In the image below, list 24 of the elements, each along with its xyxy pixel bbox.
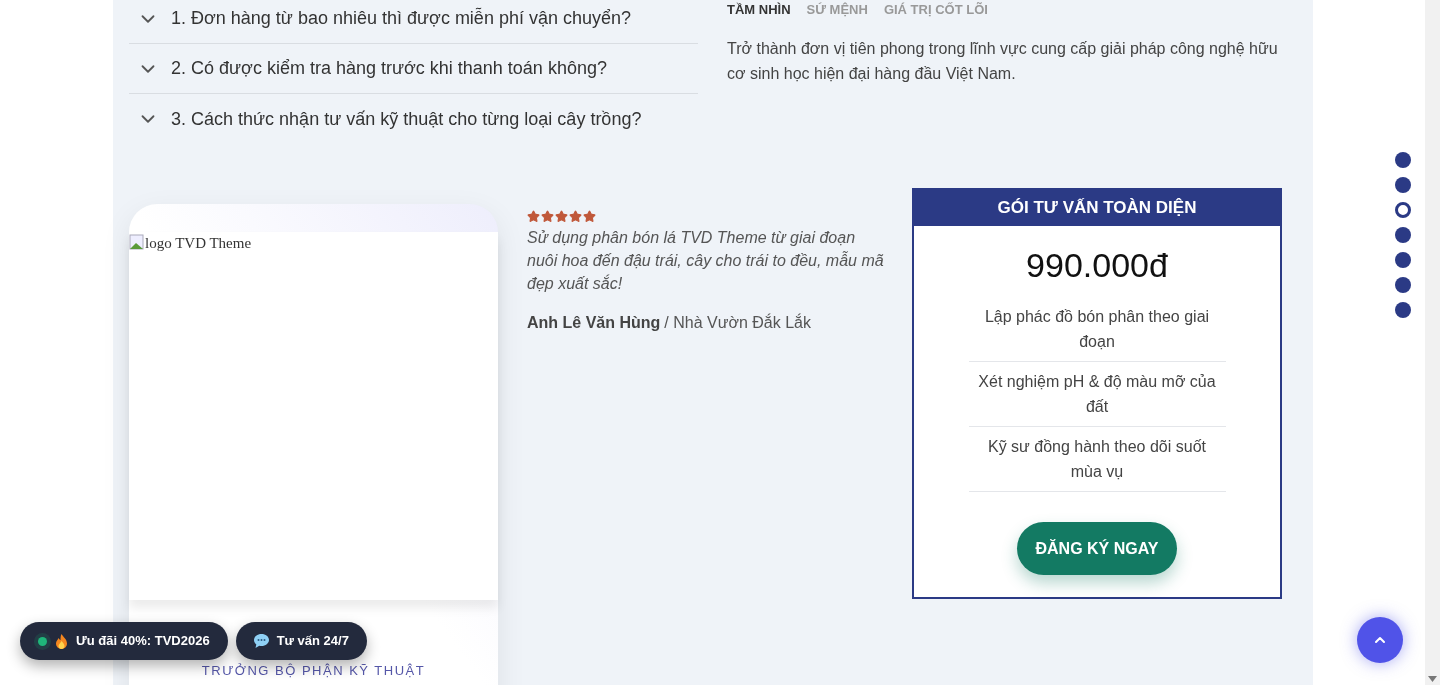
faq-item[interactable]: 1. Đơn hàng từ bao nhiêu thì được miễn phí vận chuyển? — [129, 0, 698, 44]
register-button[interactable]: ĐĂNG KÝ NGAY — [1016, 522, 1178, 575]
price: 990.000đ — [1026, 245, 1168, 286]
flame-icon — [55, 633, 68, 649]
feature-item: Xét nghiệm pH & độ màu mỡ của đất — [968, 362, 1226, 427]
feature-item: Kỹ sư đồng hành theo dõi suốt mùa vụ — [968, 427, 1226, 492]
pricing-title: GÓI TƯ VẤN TOÀN DIỆN — [914, 190, 1280, 226]
scrollbar[interactable] — [1425, 0, 1440, 685]
feature-item: Lập phác đồ bón phân theo giai đoạn — [968, 297, 1226, 362]
testimonial-quote: Sử dụng phân bón lá TVD Theme từ giai đoạn nuôi hoa đến đậu trái, cây cho trái to đều, mẫu mã đẹp xuất sắc! — [527, 228, 885, 294]
promo-pill[interactable]: Ưu đãi 40%: TVD2026 — [20, 622, 228, 660]
chat-pill[interactable]: Tư vấn 24/7 — [235, 622, 367, 660]
image-alt-text: logo TVD Theme — [145, 234, 252, 253]
author-name: Anh Lê Văn Hùng — [527, 313, 661, 333]
scroll-down-arrow-icon[interactable] — [1428, 676, 1437, 682]
broken-image-icon — [129, 234, 145, 250]
about-text: Trở thành đơn vị tiên phong trong lĩnh vực cung cấp giải pháp công nghệ hữu cơ sinh học hiện đại hàng đầu Việt Nam. — [727, 38, 1279, 84]
speech-bubble-icon — [253, 634, 269, 648]
author-place: / Nhà Vườn Đắk Lắk — [664, 312, 811, 333]
expert-role: TRƯỞNG BỘ PHẬN KỸ THUẬT — [200, 662, 427, 680]
about-tab[interactable]: TẦM NHÌN — [727, 0, 791, 20]
faq-item[interactable]: 3. Cách thức nhận tư vấn kỹ thuật cho từng loại cây trồng? — [129, 94, 698, 144]
faq-item[interactable]: 2. Có được kiểm tra hàng trước khi thanh toán không? — [129, 44, 698, 94]
back-to-top-button[interactable] — [1357, 617, 1403, 663]
